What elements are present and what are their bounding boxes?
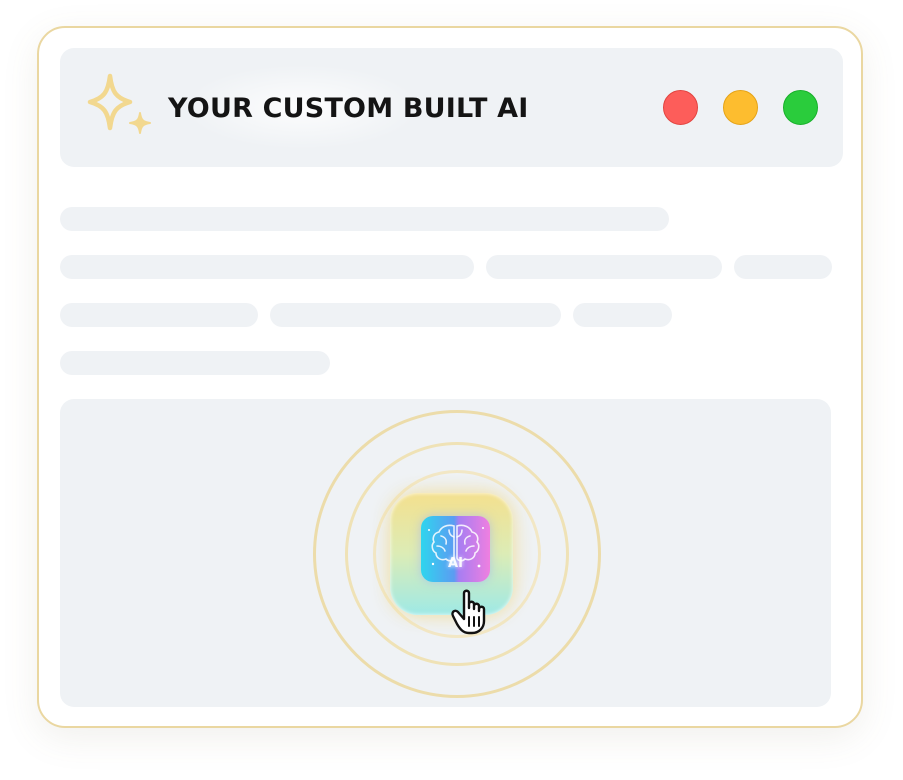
maximize-button[interactable] — [783, 90, 818, 125]
sparkle-icon — [87, 73, 151, 134]
placeholder-line — [60, 351, 330, 375]
minimize-button[interactable] — [723, 90, 758, 125]
app-title: YOUR CUSTOM BUILT AI — [168, 93, 529, 124]
hand-pointer-icon — [451, 589, 486, 635]
placeholder-line — [60, 303, 258, 327]
content-panel: AI — [60, 399, 831, 707]
ai-label: AI — [448, 556, 463, 571]
placeholder-line — [60, 255, 474, 279]
placeholder-line — [270, 303, 561, 327]
placeholder-line — [486, 255, 722, 279]
placeholder-line — [734, 255, 832, 279]
placeholder-line — [60, 207, 669, 231]
placeholder-line — [573, 303, 672, 327]
brain-ai-icon: AI — [421, 516, 490, 582]
close-button[interactable] — [663, 90, 698, 125]
